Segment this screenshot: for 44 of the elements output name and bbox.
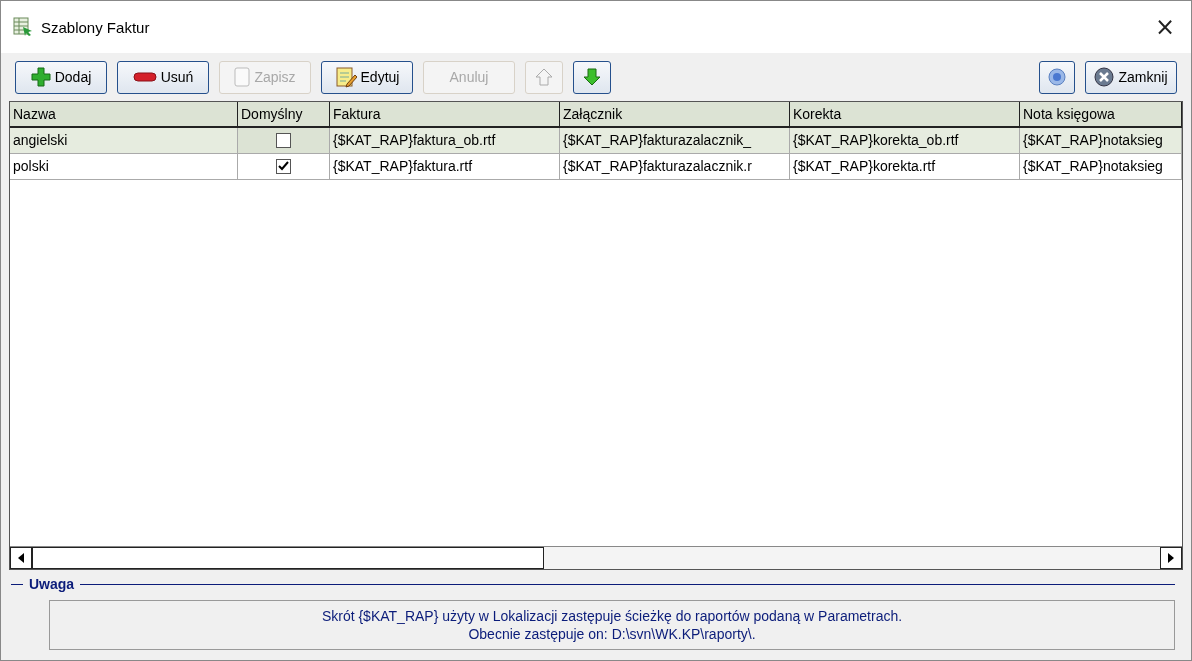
left-triangle-icon	[18, 553, 24, 563]
help-button[interactable]	[1039, 60, 1075, 94]
right-triangle-icon	[1168, 553, 1174, 563]
plus-icon	[30, 67, 51, 87]
column-header[interactable]: Domyślny	[238, 102, 330, 126]
table-row[interactable]: polski {$KAT_RAP}faktura.rtf {$KAT_RAP}fakturazalacznik.r {$KAT_RAP}korekta.rtf {$KAT_RAP}notaksieg	[10, 154, 1182, 180]
table-arrow-icon	[13, 17, 33, 37]
up-arrow-icon	[534, 67, 554, 87]
toolbar-button[interactable]: Zamknij	[1085, 60, 1177, 94]
checkbox[interactable]	[276, 159, 291, 174]
table-cell: {$KAT_RAP}fakturazalacznik.r	[560, 154, 790, 179]
scroll-right-button[interactable]	[1160, 547, 1182, 569]
scroll-thumb[interactable]	[32, 547, 544, 569]
close-button[interactable]: ×	[1150, 13, 1179, 41]
table-cell: {$KAT_RAP}korekta.rtf	[790, 154, 1020, 179]
blank-page-icon	[234, 67, 251, 87]
column-header[interactable]: Korekta	[790, 102, 1020, 126]
arrow-button[interactable]	[573, 60, 611, 94]
table-cell: polski	[10, 154, 238, 179]
table-cell: {$KAT_RAP}notaksieg	[1020, 154, 1182, 179]
info-text: Obecnie zastępuje on: D:\svn\WK.KP\raporty\.	[468, 626, 756, 642]
table-cell: {$KAT_RAP}korekta_ob.rtf	[790, 128, 1020, 153]
column-header[interactable]: Nazwa	[10, 102, 238, 126]
table-cell: {$KAT_RAP}faktura_ob.rtf	[330, 128, 560, 153]
section-title: Uwaga	[29, 576, 75, 592]
minus-icon	[132, 72, 157, 82]
column-header[interactable]: Faktura	[330, 102, 560, 126]
window-title: Szablony Faktur	[41, 18, 151, 36]
notepad-pencil-icon	[334, 66, 357, 88]
toolbar-button[interactable]: Usuń	[117, 60, 209, 94]
close-icon	[1094, 67, 1115, 87]
scroll-left-button[interactable]	[10, 547, 32, 569]
table-cell: {$KAT_RAP}faktura.rtf	[330, 154, 560, 179]
table-cell: {$KAT_RAP}fakturazalacznik_	[560, 128, 790, 153]
column-header[interactable]: Nota księgowa	[1020, 102, 1182, 126]
table-row[interactable]: angielski {$KAT_RAP}faktura_ob.rtf {$KAT_RAP}fakturazalacznik_ {$KAT_RAP}korekta_ob.rtf {$KAT_RAP}notaksieg	[10, 128, 1182, 154]
toolbar-button[interactable]: Dodaj	[15, 60, 107, 94]
table-cell: {$KAT_RAP}notaksieg	[1020, 128, 1182, 153]
down-arrow-icon	[582, 67, 602, 87]
info-text: Skrót {$KAT_RAP} użyty w Lokalizacji zastępuje ścieżkę do raportów podaną w Parametrach.	[321, 608, 903, 624]
column-header[interactable]: Załącznik	[560, 102, 790, 126]
help-icon	[1048, 68, 1066, 86]
toolbar-button[interactable]: Edytuj	[321, 60, 413, 94]
checkbox[interactable]	[276, 133, 291, 148]
